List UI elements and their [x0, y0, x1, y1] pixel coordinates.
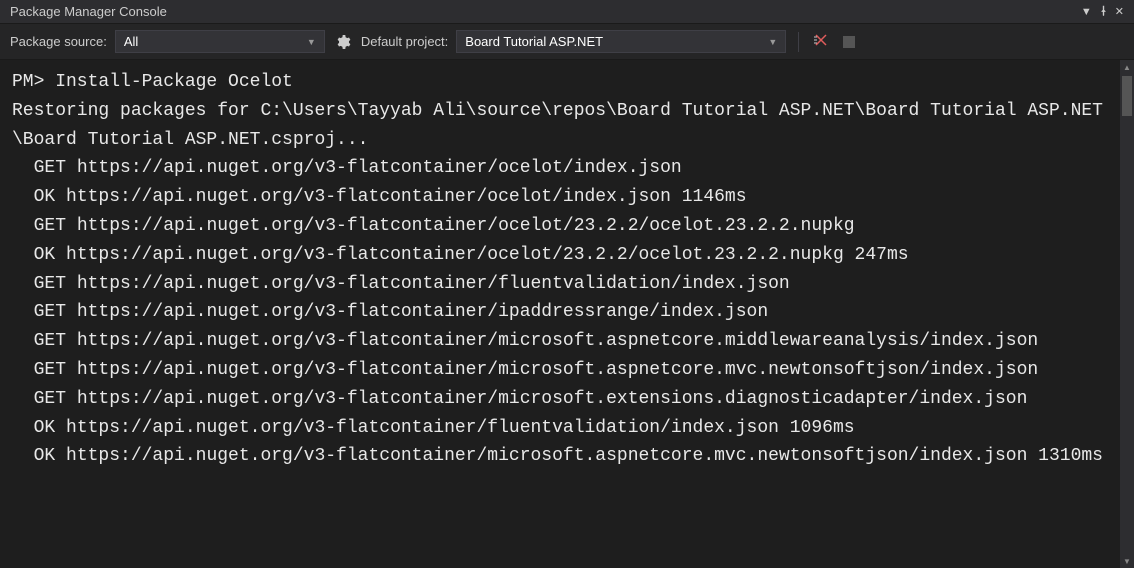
default-project-value: Board Tutorial ASP.NET — [465, 34, 603, 49]
chevron-down-icon: ▼ — [307, 37, 316, 47]
console-line: OK https://api.nuget.org/v3-flatcontaine… — [12, 241, 1122, 270]
vertical-scrollbar[interactable]: ▲ ▼ — [1120, 60, 1134, 568]
console-line: PM> Install-Package Ocelot — [12, 68, 1122, 97]
console-line: OK https://api.nuget.org/v3-flatcontaine… — [12, 183, 1122, 212]
window-options-icon[interactable]: ▼ — [1081, 6, 1092, 18]
title-bar: Package Manager Console ▼ ✕ — [0, 0, 1134, 24]
console-line: GET https://api.nuget.org/v3-flatcontain… — [12, 270, 1122, 299]
console-line: OK https://api.nuget.org/v3-flatcontaine… — [12, 442, 1122, 471]
console-line: GET https://api.nuget.org/v3-flatcontain… — [12, 154, 1122, 183]
default-project-label: Default project: — [361, 34, 448, 49]
chevron-down-icon: ▼ — [768, 37, 777, 47]
stop-button[interactable] — [839, 32, 859, 52]
scroll-up-arrow[interactable]: ▲ — [1120, 60, 1134, 74]
stop-icon — [843, 36, 855, 48]
settings-button[interactable] — [333, 32, 353, 52]
clear-icon — [813, 32, 829, 51]
console-line: GET https://api.nuget.org/v3-flatcontain… — [12, 385, 1122, 414]
pin-icon[interactable] — [1098, 5, 1109, 19]
console-line: GET https://api.nuget.org/v3-flatcontain… — [12, 212, 1122, 241]
console-line: GET https://api.nuget.org/v3-flatcontain… — [12, 327, 1122, 356]
package-source-dropdown[interactable]: All ▼ — [115, 30, 325, 53]
gear-icon — [335, 34, 351, 50]
console-line: GET https://api.nuget.org/v3-flatcontain… — [12, 298, 1122, 327]
console-line: GET https://api.nuget.org/v3-flatcontain… — [12, 356, 1122, 385]
clear-console-button[interactable] — [811, 32, 831, 52]
package-source-value: All — [124, 34, 138, 49]
console-output[interactable]: PM> Install-Package OcelotRestoring pack… — [0, 60, 1134, 568]
console-line: Restoring packages for C:\Users\Tayyab A… — [12, 97, 1122, 155]
close-icon[interactable]: ✕ — [1115, 5, 1124, 18]
default-project-dropdown[interactable]: Board Tutorial ASP.NET ▼ — [456, 30, 786, 53]
console-line: OK https://api.nuget.org/v3-flatcontaine… — [12, 414, 1122, 443]
scroll-down-arrow[interactable]: ▼ — [1120, 554, 1134, 568]
toolbar-separator — [798, 32, 799, 52]
package-source-label: Package source: — [10, 34, 107, 49]
scrollbar-thumb[interactable] — [1122, 76, 1132, 116]
panel-title: Package Manager Console — [10, 4, 167, 19]
toolbar: Package source: All ▼ Default project: B… — [0, 24, 1134, 60]
